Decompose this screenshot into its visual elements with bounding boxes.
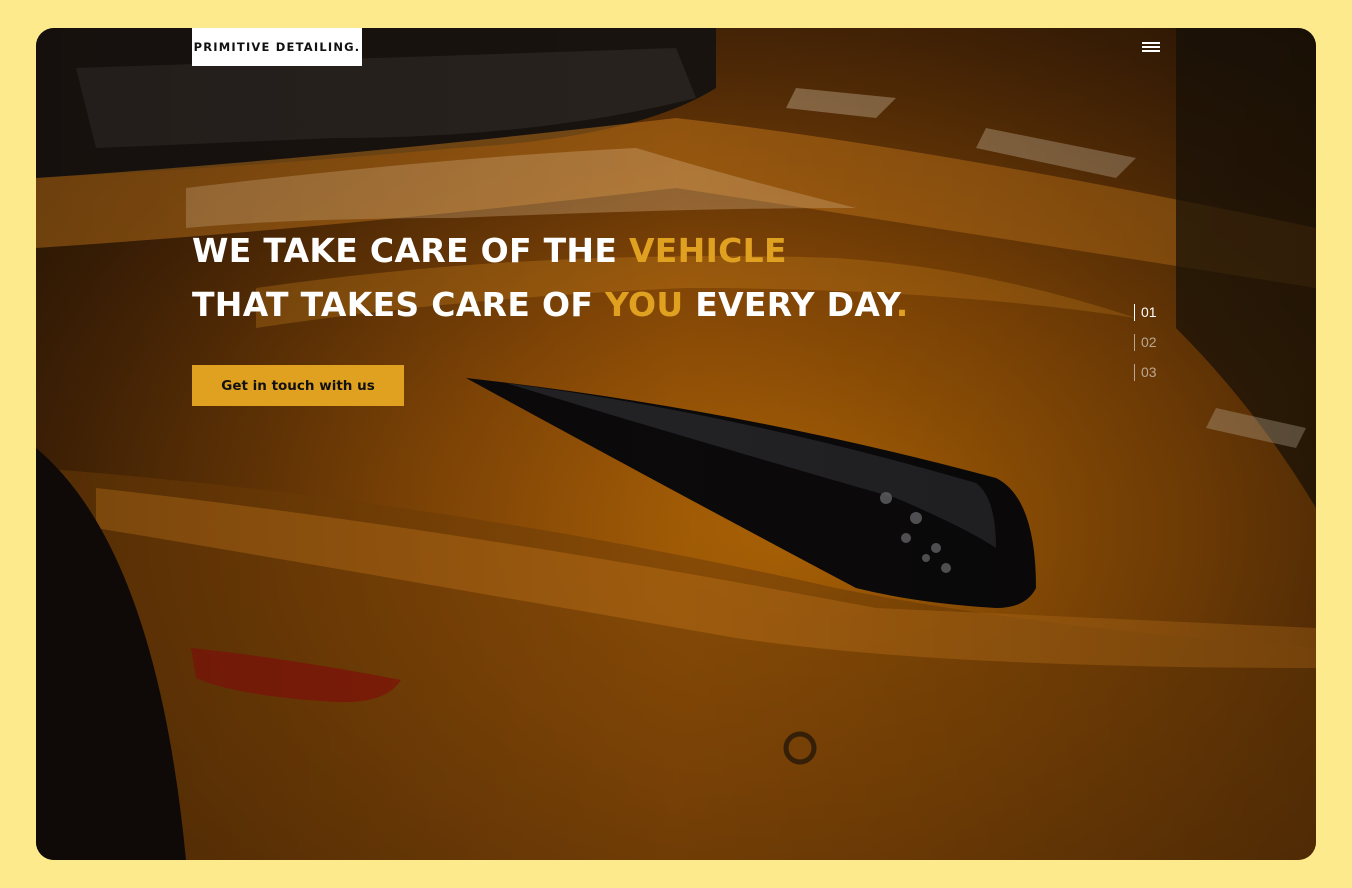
hero-frame: PRIMITIVE DETAILING. WE TAKE CARE OF THE… [36,28,1316,860]
slide-indicator-03[interactable]: 03 [1134,364,1157,381]
get-in-touch-button[interactable]: Get in touch with us [192,365,404,406]
menu-bar-line [1142,42,1160,44]
hero-overlay [36,28,1316,860]
headline-accent-vehicle: VEHICLE [628,231,787,270]
headline-line2-text: THAT TAKES CARE OF [192,285,605,324]
hero-headline: WE TAKE CARE OF THE VEHICLE THAT TAKES C… [192,224,909,332]
headline-period: . [895,285,909,324]
slide-indicator-01[interactable]: 01 [1134,304,1157,321]
menu-bar-line [1142,46,1160,48]
brand-logo[interactable]: PRIMITIVE DETAILING. [192,28,362,66]
slide-pager: 01 02 03 [1134,304,1157,394]
headline-line2-end: EVERY DAY [683,285,896,324]
headline-accent-you: YOU [604,285,684,324]
headline-line1-text: WE TAKE CARE OF THE [192,231,629,270]
slide-indicator-02[interactable]: 02 [1134,334,1157,351]
menu-bar-line [1142,50,1160,52]
hamburger-menu-icon[interactable] [1142,42,1160,54]
